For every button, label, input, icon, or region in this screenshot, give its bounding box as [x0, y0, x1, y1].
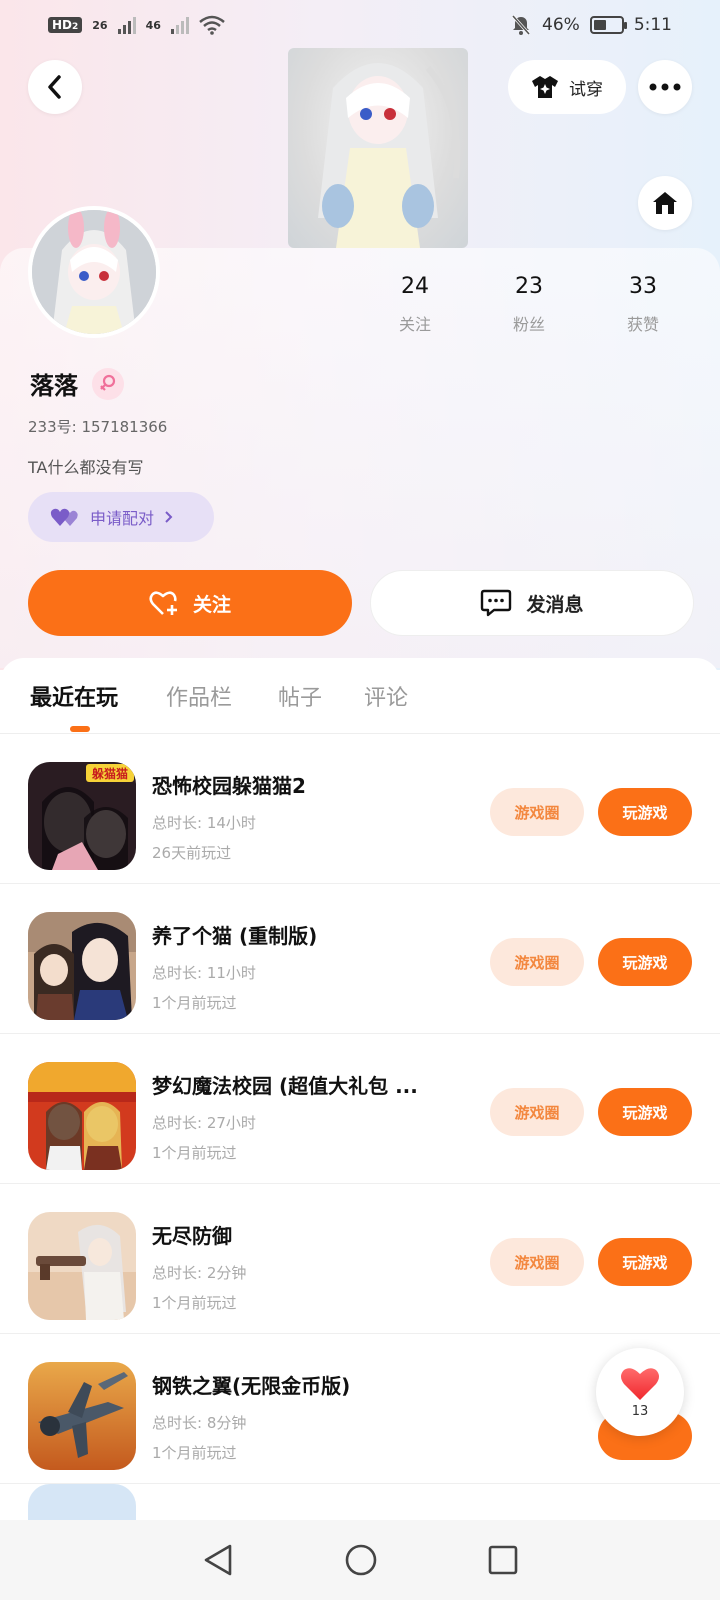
more-button[interactable]: [638, 60, 692, 114]
nav-recents-icon[interactable]: [488, 1545, 518, 1575]
system-nav-bar: [0, 1520, 720, 1600]
signal-icon-2: [170, 16, 189, 34]
nickname: 落落: [30, 372, 78, 400]
following-count: 24: [401, 274, 429, 299]
game-row[interactable]: 养了个猫 (重制版) 总时长: 11小时 1个月前玩过 游戏圈 玩游戏: [0, 884, 720, 1034]
play-game-button[interactable]: 玩游戏: [598, 1238, 692, 1286]
wifi-icon: [199, 15, 225, 35]
avatar-illustration: [32, 210, 156, 334]
heart-plus-icon: [149, 591, 177, 615]
back-button[interactable]: [28, 60, 82, 114]
nav-back-icon[interactable]: [202, 1543, 234, 1577]
game-last-played: 1个月前玩过: [152, 1144, 237, 1162]
user-id: 233号: 157181366: [28, 418, 168, 436]
like-floating-button[interactable]: 13: [596, 1348, 684, 1436]
chat-bubble-icon: [481, 589, 512, 617]
game-row[interactable]: [0, 1484, 720, 1520]
hero-character-image: [288, 48, 468, 248]
signal-label-1: 26: [92, 18, 108, 32]
game-icon[interactable]: 躲猫猫: [28, 762, 136, 870]
status-left: HD2 26 46: [48, 15, 225, 35]
more-dots-icon: [649, 83, 681, 91]
game-icon[interactable]: [28, 1362, 136, 1470]
game-duration: 总时长: 8分钟: [152, 1414, 247, 1432]
follow-button[interactable]: 关注: [28, 570, 352, 636]
game-duration: 总时长: 11小时: [152, 964, 256, 982]
game-row[interactable]: 梦幻魔法校园 (超值大礼包 ... 总时长: 27小时 1个月前玩过 游戏圈 玩…: [0, 1034, 720, 1184]
tab-recent-played[interactable]: 最近在玩: [30, 680, 118, 712]
chevron-left-icon: [48, 75, 61, 99]
following-stat[interactable]: 24 关注: [370, 274, 460, 335]
tab-active-indicator: [70, 726, 90, 732]
game-circle-button[interactable]: 游戏圈: [490, 1088, 584, 1136]
game-last-played: 26天前玩过: [152, 844, 232, 862]
game-title: 梦幻魔法校园 (超值大礼包 ...: [152, 1074, 418, 1098]
likes-count: 33: [629, 274, 657, 299]
follow-label: 关注: [192, 593, 231, 616]
game-duration: 总时长: 27小时: [152, 1114, 256, 1132]
play-game-button[interactable]: 玩游戏: [598, 1088, 692, 1136]
request-pair-label: 申请配对: [90, 509, 155, 528]
game-circle-button[interactable]: 游戏圈: [490, 788, 584, 836]
status-bar: HD2 26 46 46% 5:11: [0, 0, 720, 50]
battery-percent: 46%: [542, 15, 580, 35]
double-heart-icon: [50, 508, 78, 526]
play-game-button[interactable]: 玩游戏: [598, 788, 692, 836]
likes-stat[interactable]: 33 获赞: [598, 274, 688, 335]
signal-icon: [117, 16, 136, 34]
like-count: 13: [631, 1403, 649, 1419]
home-icon: [653, 192, 677, 214]
game-title: 无尽防御: [152, 1224, 232, 1248]
game-last-played: 1个月前玩过: [152, 1294, 237, 1312]
game-last-played: 1个月前玩过: [152, 1444, 237, 1462]
tab-works[interactable]: 作品栏: [166, 680, 232, 712]
game-title: 养了个猫 (重制版): [152, 924, 318, 948]
tshirt-icon: [532, 76, 558, 98]
game-icon-banner-text: 躲猫猫: [92, 766, 128, 781]
try-on-label: 试穿: [569, 79, 603, 100]
game-title: 恐怖校园躲猫猫2: [152, 774, 306, 798]
game-row[interactable]: 躲猫猫 恐怖校园躲猫猫2 总时长: 14小时 26天前玩过 游戏圈 玩游戏: [0, 734, 720, 884]
game-icon[interactable]: [28, 912, 136, 1020]
play-game-button[interactable]: 玩游戏: [598, 938, 692, 986]
fans-count: 23: [515, 274, 543, 299]
game-last-played: 1个月前玩过: [152, 994, 237, 1012]
game-icon[interactable]: [28, 1484, 136, 1520]
chevron-right-icon: [165, 511, 173, 523]
send-message-button[interactable]: 发消息: [370, 570, 694, 636]
send-message-label: 发消息: [526, 593, 584, 616]
game-circle-button[interactable]: 游戏圈: [490, 938, 584, 986]
signal-label-2: 46: [145, 18, 161, 32]
clock: 5:11: [633, 15, 672, 35]
status-right: 46% 5:11: [510, 14, 672, 36]
following-label: 关注: [398, 315, 431, 334]
nav-home-icon[interactable]: [344, 1543, 378, 1577]
likes-label: 获赞: [626, 315, 659, 334]
bell-off-icon: [511, 15, 531, 35]
tab-comments[interactable]: 评论: [364, 680, 408, 712]
gender-female-icon: [92, 368, 124, 400]
tab-posts[interactable]: 帖子: [278, 680, 322, 712]
game-icon[interactable]: [28, 1062, 136, 1170]
heart-icon: [621, 1367, 659, 1400]
game-title: 钢铁之翼(无限金币版): [152, 1374, 351, 1398]
game-row[interactable]: 无尽防御 总时长: 2分钟 1个月前玩过 游戏圈 玩游戏: [0, 1184, 720, 1334]
game-icon[interactable]: [28, 1212, 136, 1320]
character-figure-illustration: [318, 63, 461, 248]
bio: TA什么都没有写: [28, 458, 144, 477]
game-circle-button[interactable]: 游戏圈: [490, 1238, 584, 1286]
game-duration: 总时长: 2分钟: [152, 1264, 247, 1282]
home-button[interactable]: [638, 176, 692, 230]
request-pair-button[interactable]: 申请配对: [28, 492, 214, 542]
hd-badge: HD2: [48, 17, 83, 33]
game-duration: 总时长: 14小时: [152, 814, 256, 832]
fans-label: 粉丝: [512, 315, 545, 334]
battery-icon: [589, 16, 627, 34]
try-on-button[interactable]: 试穿: [508, 60, 626, 114]
avatar[interactable]: [28, 206, 160, 338]
tab-bar: 最近在玩 作品栏 帖子 评论: [0, 658, 720, 734]
fans-stat[interactable]: 23 粉丝: [484, 274, 574, 335]
